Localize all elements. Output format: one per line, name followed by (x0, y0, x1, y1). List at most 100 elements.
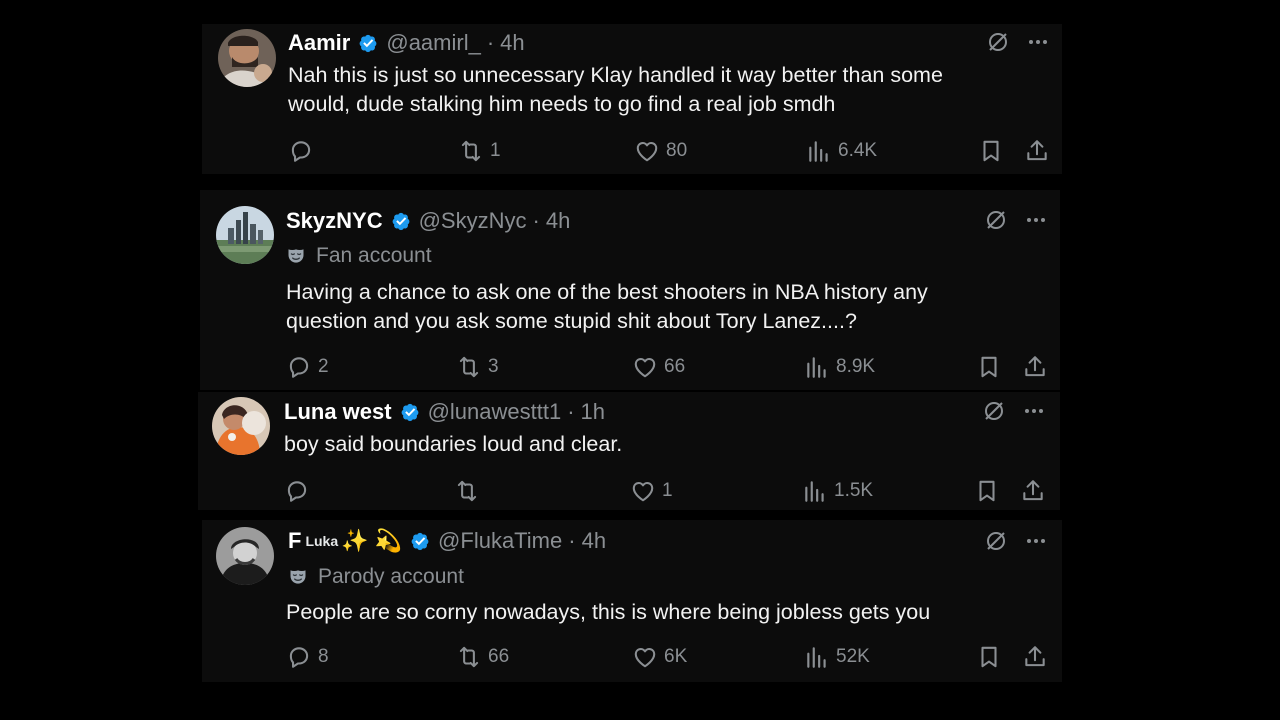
retweet-button[interactable]: 3 (456, 354, 499, 380)
reply-button[interactable] (288, 138, 320, 164)
verified-badge-icon (398, 400, 422, 424)
reply-button[interactable]: 2 (286, 354, 329, 380)
timestamp[interactable]: 4h (500, 30, 524, 56)
more-icon[interactable] (1024, 529, 1048, 558)
bookmark-icon[interactable] (976, 354, 1002, 380)
retweet-button[interactable]: 1 (458, 138, 501, 164)
like-icon (632, 354, 658, 380)
tweet-text: boy said boundaries loud and clear. (284, 432, 623, 456)
more-icon[interactable] (1024, 208, 1048, 237)
views-icon (804, 354, 830, 380)
views-button[interactable]: 1.5K (802, 478, 873, 504)
retweet-count: 1 (490, 140, 501, 161)
display-name-superscript: Luka (305, 533, 339, 549)
views-icon (804, 644, 830, 670)
tweet-text: Nah this is just so unnecessary Klay han… (288, 63, 943, 116)
retweet-button[interactable]: 66 (456, 644, 509, 670)
views-button[interactable]: 8.9K (804, 354, 875, 380)
bookmark-icon[interactable] (974, 478, 1000, 504)
reply-button[interactable] (284, 478, 316, 504)
retweet-count: 66 (488, 646, 510, 667)
display-name-emoji: ✨ 💫 (341, 528, 403, 553)
bookmark-icon[interactable] (976, 644, 1002, 670)
view-count: 8.9K (836, 356, 876, 377)
retweet-icon (454, 478, 480, 504)
retweet-icon (458, 138, 484, 164)
share-icon[interactable] (1024, 138, 1050, 164)
display-name[interactable]: Aamir (288, 30, 350, 56)
avatar[interactable] (212, 397, 270, 455)
grok-icon[interactable] (982, 399, 1006, 428)
tweet-header: F Luka ✨ 💫 @FlukaTime · 4h (288, 528, 606, 554)
like-count: 6K (664, 646, 688, 667)
like-count: 80 (666, 140, 688, 161)
avatar[interactable] (218, 29, 276, 87)
like-count: 1 (662, 480, 673, 501)
account-label-text: Parody account (318, 565, 464, 588)
tweet-actions: 1 80 6.4K (288, 138, 1054, 168)
like-button[interactable]: 6K (632, 644, 687, 670)
views-button[interactable]: 6.4K (806, 138, 877, 164)
tweet-actions: 8 66 6K 52K (286, 644, 1052, 674)
reply-button[interactable]: 8 (286, 644, 329, 670)
grok-icon[interactable] (984, 529, 1008, 558)
tweet-header: Luna west @lunawesttt1 · 1h (284, 399, 605, 425)
timestamp[interactable]: 4h (582, 528, 606, 554)
like-icon (632, 644, 658, 670)
avatar[interactable] (216, 527, 274, 585)
view-count: 1.5K (834, 480, 874, 501)
views-button[interactable]: 52K (804, 644, 870, 670)
tweet-card[interactable]: Aamir @aamirl_ · 4h Nah this is just so … (202, 24, 1062, 174)
views-icon (806, 138, 832, 164)
tweet-actions: 2 3 66 8.9K (286, 354, 1052, 384)
tweet-card[interactable]: F Luka ✨ 💫 @FlukaTime · 4h Parody accoun… (202, 520, 1062, 682)
reply-count: 8 (318, 646, 329, 667)
display-name[interactable]: Luna west (284, 399, 392, 425)
retweet-button[interactable] (454, 478, 486, 504)
like-icon (630, 478, 656, 504)
more-icon[interactable] (1022, 399, 1046, 428)
timestamp[interactable]: 4h (546, 208, 570, 234)
verified-badge-icon (389, 209, 413, 233)
more-icon[interactable] (1026, 30, 1050, 59)
separator: · (486, 30, 495, 55)
tweet-header: SkyzNYC @SkyzNyc · 4h (286, 208, 570, 234)
avatar[interactable] (216, 206, 274, 264)
reply-icon (288, 138, 314, 164)
tweet-corner-actions (986, 30, 1050, 59)
reply-icon (286, 354, 312, 380)
reply-icon (284, 478, 310, 504)
like-icon (634, 138, 660, 164)
display-name[interactable]: SkyzNYC (286, 208, 383, 234)
account-label[interactable]: Fan account (286, 244, 432, 268)
grok-icon[interactable] (984, 208, 1008, 237)
reply-icon (286, 644, 312, 670)
share-icon[interactable] (1022, 354, 1048, 380)
account-label[interactable]: Parody account (288, 565, 464, 589)
like-button[interactable]: 1 (630, 478, 673, 504)
tweet-text: People are so corny nowadays, this is wh… (286, 600, 931, 624)
reply-count: 2 (318, 356, 329, 377)
user-handle[interactable]: @FlukaTime (438, 528, 562, 554)
tweet-card[interactable]: SkyzNYC @SkyzNyc · 4h Fan account Having… (200, 190, 1060, 390)
tweet-corner-actions (984, 208, 1048, 237)
grok-icon[interactable] (986, 30, 1010, 59)
tweet-card[interactable]: Luna west @lunawesttt1 · 1h boy said bou… (198, 392, 1060, 510)
account-label-text: Fan account (316, 244, 432, 267)
bookmark-icon[interactable] (978, 138, 1004, 164)
mask-icon (286, 246, 306, 266)
display-name[interactable]: F (288, 528, 301, 554)
share-icon[interactable] (1020, 478, 1046, 504)
separator: · (567, 399, 575, 424)
tweet-header: Aamir @aamirl_ · 4h (288, 30, 525, 56)
share-icon[interactable] (1022, 644, 1048, 670)
timestamp[interactable]: 1h (581, 399, 605, 425)
like-button[interactable]: 66 (632, 354, 685, 380)
separator: · (532, 208, 540, 233)
user-handle[interactable]: @aamirl_ (386, 30, 480, 56)
user-handle[interactable]: @SkyzNyc (419, 208, 527, 234)
user-handle[interactable]: @lunawesttt1 (428, 399, 562, 425)
retweet-icon (456, 354, 482, 380)
like-button[interactable]: 80 (634, 138, 687, 164)
tweet-corner-actions (984, 529, 1048, 558)
